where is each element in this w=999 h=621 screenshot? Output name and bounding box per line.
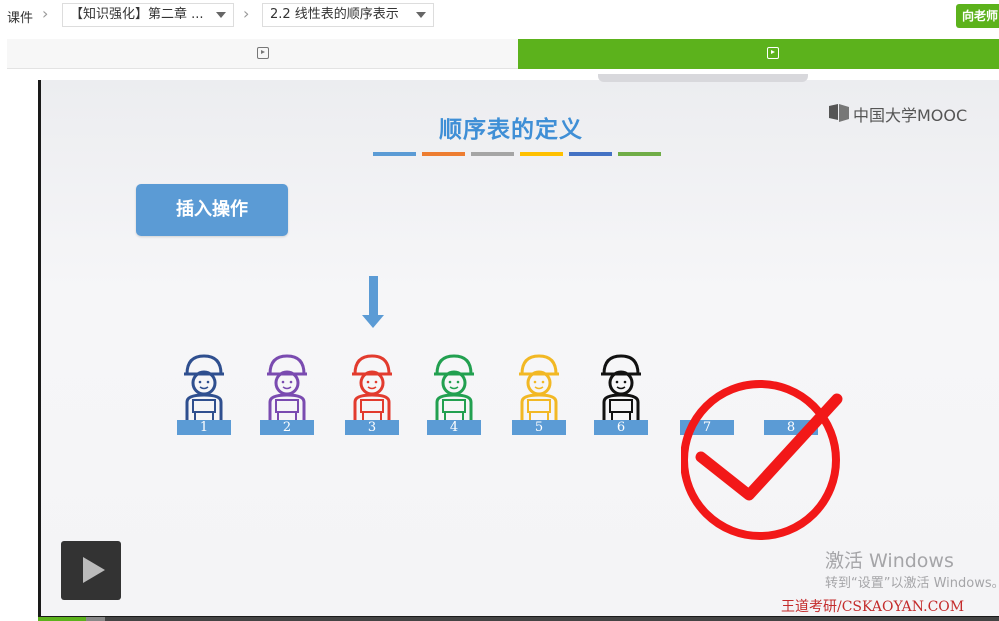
breadcrumb-root[interactable]: 课件: [7, 7, 33, 26]
chevron-down-icon: [216, 12, 226, 18]
play-icon: [767, 47, 779, 59]
video-control-shadow: [598, 74, 808, 82]
stripe: [471, 152, 514, 156]
stripe: [373, 152, 416, 156]
checkmark-icon: [681, 380, 843, 540]
video-player[interactable]: 中国大学MOOC 顺序表的定义 插入操作 12345678 激活 Windows…: [38, 74, 999, 621]
slot-box: 3: [345, 420, 399, 435]
section-dropdown[interactable]: 2.2 线性表的顺序表示: [262, 3, 434, 27]
watermark-text: 王道考研/CSKAOYAN.COM: [781, 599, 965, 615]
progress-fill: [38, 617, 87, 621]
tab-video-2[interactable]: [518, 39, 999, 69]
tab-video-1[interactable]: [7, 39, 518, 69]
progress-buffered: [86, 617, 106, 621]
mooc-logo-icon: [829, 104, 849, 122]
person-icon: [262, 352, 312, 422]
progress-bar[interactable]: [38, 617, 999, 621]
person-icon: [514, 352, 564, 422]
stripe: [569, 152, 612, 156]
mooc-logo-text: 中国大学MOOC: [853, 106, 968, 125]
chevron-down-icon: [416, 12, 426, 18]
person-icon: [429, 352, 479, 422]
chapter-dropdown-value: 【知识强化】第二章 ...: [70, 7, 204, 22]
chevron-right-icon: ›: [42, 4, 49, 23]
breadcrumb: 课件 › 【知识强化】第二章 ... › 2.2 线性表的顺序表示 向老师: [0, 0, 999, 32]
person-icon: [347, 352, 397, 422]
stripe: [520, 152, 563, 156]
slot-box: 6: [594, 420, 648, 435]
insert-arrow: [369, 276, 378, 316]
chapter-dropdown[interactable]: 【知识强化】第二章 ...: [62, 3, 234, 27]
person-icon: [596, 352, 646, 422]
slide: 中国大学MOOC 顺序表的定义 插入操作 12345678 激活 Windows…: [41, 74, 999, 616]
windows-activate-title: 激活 Windows: [825, 550, 954, 572]
slot-box: 5: [512, 420, 566, 435]
arrow-down-icon: [362, 315, 384, 328]
slide-title: 顺序表的定义: [439, 117, 583, 143]
slot-box: 2: [260, 420, 314, 435]
section-dropdown-value: 2.2 线性表的顺序表示: [270, 7, 399, 22]
chevron-right-icon: ›: [243, 4, 250, 23]
stripe: [618, 152, 661, 156]
stripe: [422, 152, 465, 156]
slot-box: 4: [427, 420, 481, 435]
person-icon: [179, 352, 229, 422]
ask-teacher-button[interactable]: 向老师: [956, 4, 999, 28]
insert-operation-label: 插入操作: [136, 184, 288, 236]
slot-box: 1: [177, 420, 231, 435]
windows-activate-subtitle: 转到“设置”以激活 Windows。: [825, 576, 999, 591]
play-icon: [257, 47, 269, 59]
play-button[interactable]: [61, 541, 121, 600]
